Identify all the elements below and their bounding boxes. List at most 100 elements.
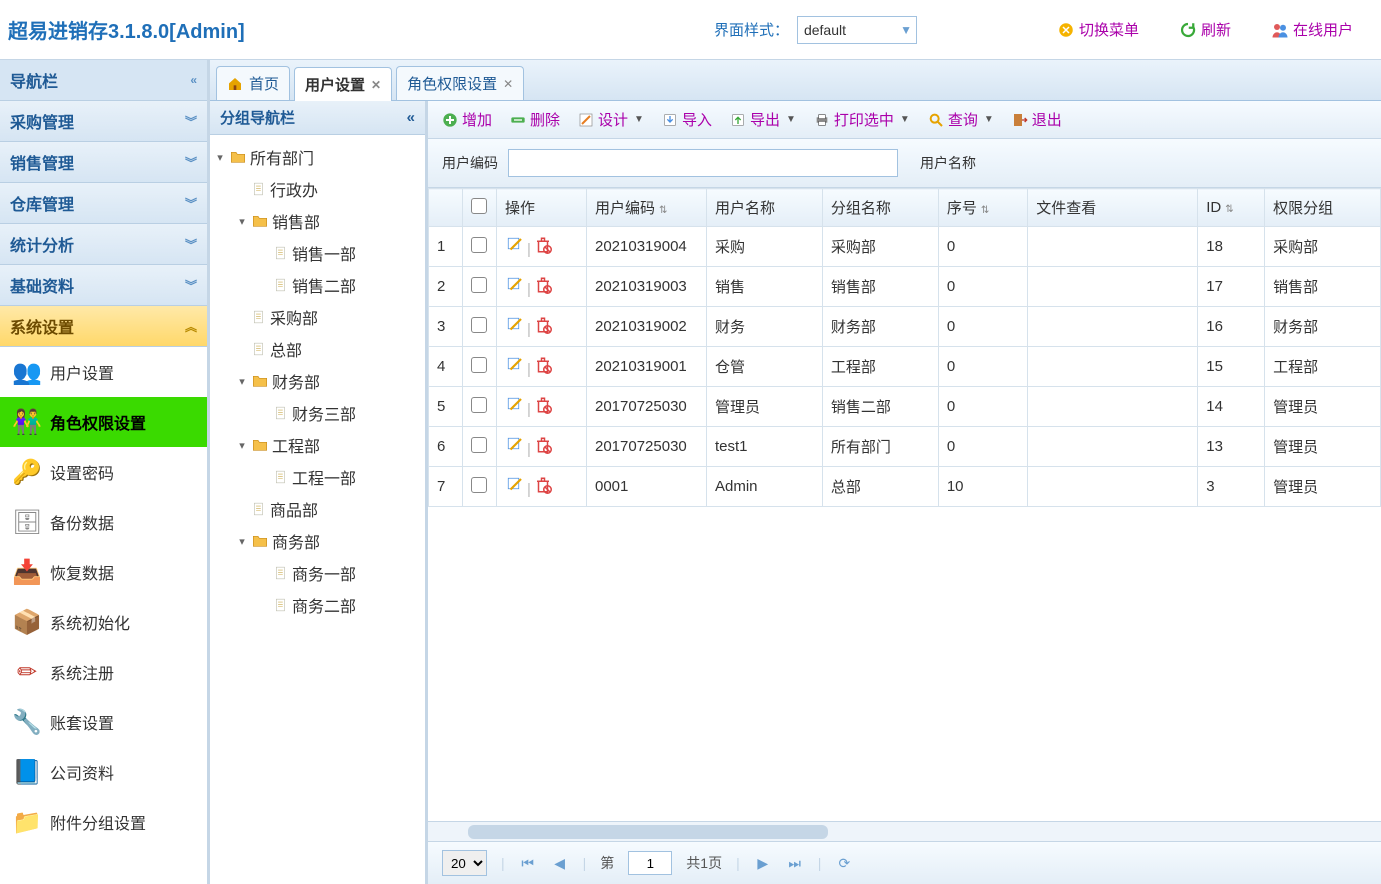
tree-node[interactable]: ▾销售部 [232,205,421,237]
row-checkbox[interactable] [471,477,487,493]
col-header-3[interactable]: 用户编码⇅ [587,189,707,227]
delete-row-button[interactable] [533,395,553,415]
edit-button[interactable] [505,275,525,295]
row-checkbox[interactable] [471,357,487,373]
table-row[interactable]: 5|20170725030管理员销售二部014管理员 [429,387,1381,427]
prev-page-button[interactable]: ◀ [551,855,569,872]
refresh-page-button[interactable]: ⟳ [835,855,853,872]
switch-menu-link[interactable]: 切换菜单 [1057,19,1139,40]
row-checkbox[interactable] [471,277,487,293]
tab-0[interactable]: 首页 [216,66,290,100]
col-header-5[interactable]: 分组名称 [822,189,938,227]
tree-toggle-icon[interactable]: ▾ [236,439,248,452]
table-row[interactable]: 4|20210319001仓管工程部015工程部 [429,347,1381,387]
tree-node[interactable]: 工程一部 [250,461,421,493]
import-button[interactable]: 导入 [662,109,712,130]
table-row[interactable]: 3|20210319002财务财务部016财务部 [429,307,1381,347]
tree-node[interactable]: 商务一部 [250,557,421,589]
select-all-checkbox[interactable] [471,198,487,214]
scrollbar-thumb[interactable] [468,825,828,839]
page-number-input[interactable] [628,851,672,875]
col-header-6[interactable]: 序号⇅ [938,189,1027,227]
table-row[interactable]: 2|20210319003销售销售部017销售部 [429,267,1381,307]
delete-row-button[interactable] [533,475,553,495]
tab-1[interactable]: 用户设置✕ [294,67,392,101]
sidebar-item-9[interactable]: 📁附件分组设置 [0,797,207,847]
tree-node[interactable]: 行政办 [232,173,421,205]
row-checkbox[interactable] [471,237,487,253]
tree-toggle-icon[interactable]: ▾ [214,151,226,164]
sidebar-item-7[interactable]: 🔧账套设置 [0,697,207,747]
export-button[interactable]: 导出▼ [730,109,796,130]
next-page-button[interactable]: ▶ [754,855,772,872]
edit-button[interactable] [505,435,525,455]
nav-item-5[interactable]: 系统设置︽ [0,306,207,347]
group-tree-header[interactable]: 分组导航栏 « [210,101,425,135]
nav-item-2[interactable]: 仓库管理︾ [0,183,207,224]
col-header-7[interactable]: 文件查看 [1028,189,1198,227]
sidebar-item-2[interactable]: 🔑设置密码 [0,447,207,497]
tree-toggle-icon[interactable]: ▾ [236,375,248,388]
row-checkbox[interactable] [471,437,487,453]
print-selected-button[interactable]: 打印选中▼ [814,109,910,130]
table-row[interactable]: 6|20170725030test1所有部门013管理员 [429,427,1381,467]
tree-node[interactable]: 总部 [232,333,421,365]
sidebar-item-0[interactable]: 👥用户设置 [0,347,207,397]
sidebar-item-1[interactable]: 👫角色权限设置 [0,397,207,447]
col-header-4[interactable]: 用户名称 [707,189,823,227]
query-button[interactable]: 查询▼ [928,109,994,130]
nav-header[interactable]: 导航栏 « [0,60,207,101]
table-row[interactable]: 1|20210319004采购采购部018采购部 [429,227,1381,267]
sidebar-item-3[interactable]: 🗄备份数据 [0,497,207,547]
edit-button[interactable] [505,475,525,495]
col-header-2[interactable]: 操作 [497,189,587,227]
tree-toggle-icon[interactable]: ▾ [236,535,248,548]
delete-button[interactable]: 删除 [510,109,560,130]
row-checkbox[interactable] [471,317,487,333]
edit-button[interactable] [505,315,525,335]
tree-node[interactable]: 销售一部 [250,237,421,269]
tree-node[interactable]: 采购部 [232,301,421,333]
horizontal-scrollbar[interactable] [428,821,1381,841]
delete-row-button[interactable] [533,235,553,255]
sidebar-item-5[interactable]: 📦系统初始化 [0,597,207,647]
delete-row-button[interactable] [533,355,553,375]
col-header-8[interactable]: ID⇅ [1198,189,1265,227]
tree-node[interactable]: ▾商务部 [232,525,421,557]
table-wrap[interactable]: 操作用户编码⇅用户名称分组名称序号⇅文件查看ID⇅权限分组 1|20210319… [428,188,1381,821]
design-button[interactable]: 设计▼ [578,109,644,130]
table-row[interactable]: 7|0001Admin总部103管理员 [429,467,1381,507]
col-header-9[interactable]: 权限分组 [1265,189,1381,227]
delete-row-button[interactable] [533,275,553,295]
add-button[interactable]: 增加 [442,109,492,130]
tree-node[interactable]: 财务三部 [250,397,421,429]
close-icon[interactable]: ✕ [371,78,381,92]
page-size-select[interactable]: 20 [442,850,487,876]
nav-item-4[interactable]: 基础资料︾ [0,265,207,306]
sidebar-item-4[interactable]: 📥恢复数据 [0,547,207,597]
sidebar-item-6[interactable]: ✏系统注册 [0,647,207,697]
first-page-button[interactable]: ⏮ [519,855,537,872]
tree-toggle-icon[interactable]: ▾ [236,215,248,228]
col-header-1[interactable] [463,189,497,227]
nav-item-3[interactable]: 统计分析︾ [0,224,207,265]
delete-row-button[interactable] [533,435,553,455]
close-icon[interactable]: ✕ [503,77,513,91]
refresh-link[interactable]: 刷新 [1179,19,1231,40]
exit-button[interactable]: 退出 [1012,109,1062,130]
last-page-button[interactable]: ⏭ [786,855,804,872]
delete-row-button[interactable] [533,315,553,335]
tab-2[interactable]: 角色权限设置✕ [396,66,524,100]
edit-button[interactable] [505,235,525,255]
user-code-input[interactable] [508,149,898,177]
ui-style-select[interactable]: default ▼ [797,16,917,44]
sidebar-item-8[interactable]: 📘公司资料 [0,747,207,797]
tree-node[interactable]: 商品部 [232,493,421,525]
edit-button[interactable] [505,355,525,375]
tree-node[interactable]: 商务二部 [250,589,421,621]
nav-item-1[interactable]: 销售管理︾ [0,142,207,183]
online-users-link[interactable]: 在线用户 [1271,19,1353,40]
tree-node[interactable]: 销售二部 [250,269,421,301]
col-header-0[interactable] [429,189,463,227]
nav-item-0[interactable]: 采购管理︾ [0,101,207,142]
